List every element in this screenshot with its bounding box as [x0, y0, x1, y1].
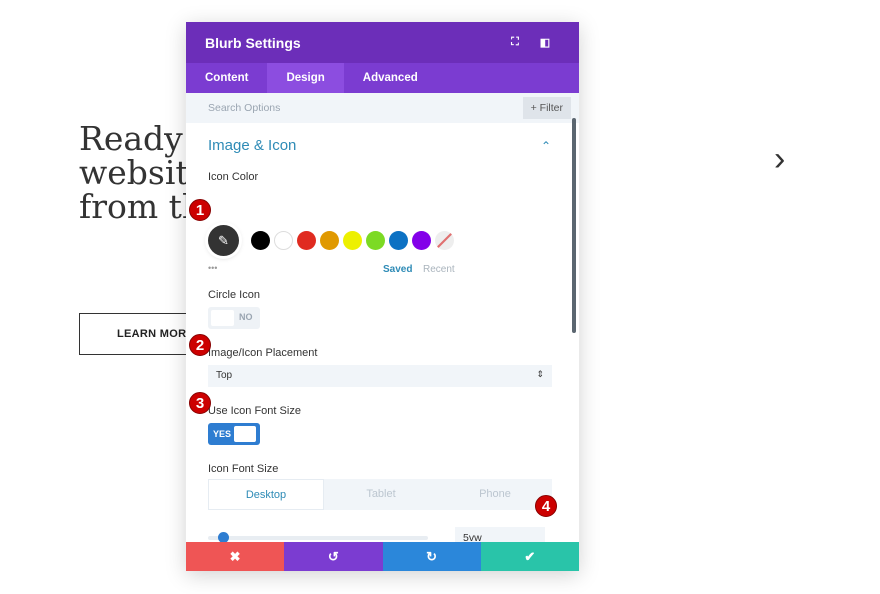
- swatch-purple[interactable]: [412, 231, 431, 250]
- circle-icon-label: Circle Icon: [208, 289, 260, 301]
- search-placeholder: Search Options: [208, 102, 281, 114]
- swatch-yellow[interactable]: [343, 231, 362, 250]
- tab-design[interactable]: Design: [267, 63, 344, 93]
- chevron-up-icon[interactable]: ⌃: [541, 139, 551, 153]
- modal-footer: ✖ ↺ ↻ ✔: [186, 542, 579, 571]
- section-title[interactable]: Image & Icon: [208, 137, 296, 154]
- more-options-icon[interactable]: •••: [208, 263, 217, 273]
- swatch-transparent[interactable]: [435, 231, 454, 250]
- blurb-settings-modal: Blurb Settings ⛶ ◧ Content Design Advanc…: [186, 22, 579, 571]
- tab-bar: Content Design Advanced: [186, 63, 579, 93]
- step-badge: 3: [189, 392, 211, 414]
- cancel-button[interactable]: ✖: [186, 542, 285, 571]
- swatch-orange[interactable]: [320, 231, 339, 250]
- font-size-label: Icon Font Size: [208, 463, 279, 475]
- use-font-size-label: Use Icon Font Size: [208, 405, 301, 417]
- toggle-value: NO: [239, 312, 253, 322]
- saved-tab[interactable]: Saved: [383, 264, 412, 275]
- use-font-size-toggle[interactable]: YES: [208, 423, 260, 445]
- fullscreen-icon[interactable]: ⛶: [500, 36, 530, 49]
- save-button[interactable]: ✔: [480, 542, 579, 571]
- placement-select[interactable]: Top ⇕: [208, 365, 552, 387]
- circle-icon-toggle[interactable]: NO: [208, 307, 260, 329]
- device-tab-desktop[interactable]: Desktop: [208, 479, 324, 510]
- placement-label: Image/Icon Placement: [208, 347, 318, 359]
- toggle-value: YES: [213, 429, 232, 439]
- select-value: Top: [216, 370, 233, 381]
- sidebar-layout-icon[interactable]: ◧: [530, 36, 560, 49]
- icon-color-label: Icon Color: [208, 171, 259, 183]
- swatch-blue[interactable]: [389, 231, 408, 250]
- swatch-red[interactable]: [297, 231, 316, 250]
- device-tabs: Desktop Tablet Phone: [208, 479, 552, 510]
- swatch-green[interactable]: [366, 231, 385, 250]
- recent-tab[interactable]: Recent: [423, 264, 455, 275]
- redo-button[interactable]: ↻: [382, 542, 481, 571]
- font-size-slider[interactable]: [208, 532, 428, 543]
- tab-content[interactable]: Content: [186, 63, 267, 93]
- swatch-white[interactable]: [274, 231, 293, 250]
- swatch-black[interactable]: [251, 231, 270, 250]
- modal-title: Blurb Settings: [205, 34, 301, 51]
- tab-advanced[interactable]: Advanced: [344, 63, 437, 93]
- step-badge: 1: [189, 199, 211, 221]
- select-arrows-icon: ⇕: [536, 369, 544, 379]
- scrollbar[interactable]: [572, 118, 576, 333]
- next-arrow-icon[interactable]: ›: [774, 140, 785, 179]
- step-badge: 2: [189, 334, 211, 356]
- step-badge: 4: [535, 495, 557, 517]
- eyedropper-icon[interactable]: ✎: [208, 225, 239, 256]
- device-tab-tablet[interactable]: Tablet: [324, 479, 438, 510]
- search-options-input[interactable]: Search Options + Filter: [186, 93, 579, 123]
- filter-button[interactable]: + Filter: [522, 97, 571, 119]
- modal-header: Blurb Settings ⛶ ◧: [186, 22, 579, 63]
- undo-button[interactable]: ↺: [284, 542, 383, 571]
